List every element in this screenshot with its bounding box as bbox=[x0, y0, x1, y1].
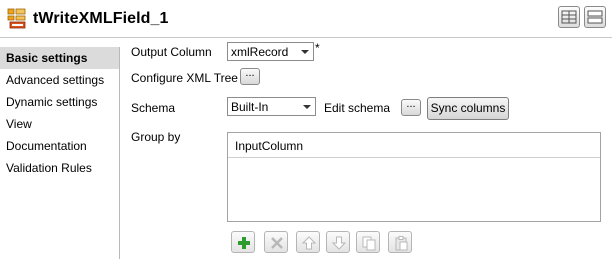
sidebar-item-label: Dynamic settings bbox=[6, 95, 98, 109]
layout-rows-icon bbox=[587, 10, 603, 24]
chevron-down-icon bbox=[301, 50, 309, 54]
schema-value: Built-In bbox=[231, 100, 269, 114]
paste-icon bbox=[395, 236, 408, 251]
output-column-select[interactable]: xmlRecord bbox=[227, 42, 314, 61]
sidebar-item-view[interactable]: View bbox=[0, 113, 119, 135]
schema-select[interactable]: Built-In bbox=[227, 97, 316, 116]
ellipsis-icon: ... bbox=[406, 98, 416, 110]
group-by-table[interactable]: InputColumn bbox=[227, 132, 601, 222]
configure-xml-tree-label: Configure XML Tree bbox=[131, 71, 238, 85]
schema-label: Schema bbox=[131, 101, 176, 115]
configure-xml-tree-button[interactable]: ... bbox=[240, 68, 260, 85]
column-header-input-column[interactable]: InputColumn bbox=[235, 139, 303, 153]
sidebar-item-dynamic-settings[interactable]: Dynamic settings bbox=[0, 91, 119, 113]
sidebar-item-documentation[interactable]: Documentation bbox=[0, 135, 119, 157]
copy-button[interactable] bbox=[356, 231, 380, 253]
required-marker: * bbox=[315, 41, 320, 55]
sidebar-item-label: Basic settings bbox=[6, 51, 88, 65]
sidebar-item-label: Validation Rules bbox=[6, 161, 92, 175]
chevron-down-icon bbox=[303, 105, 311, 109]
layout-grid-icon bbox=[561, 10, 577, 24]
component-header: tWriteXMLField_1 bbox=[0, 0, 612, 38]
sidebar-item-label: View bbox=[6, 117, 32, 131]
page-title: tWriteXMLField_1 bbox=[33, 10, 169, 27]
move-down-icon bbox=[331, 236, 347, 250]
layout-rows-button[interactable] bbox=[584, 6, 606, 28]
settings-sidebar: Basic settings Advanced settings Dynamic… bbox=[0, 47, 120, 259]
delete-row-button[interactable] bbox=[264, 231, 288, 253]
move-up-button[interactable] bbox=[296, 231, 320, 253]
output-column-value: xmlRecord bbox=[231, 45, 289, 59]
sidebar-item-validation-rules[interactable]: Validation Rules bbox=[0, 157, 119, 179]
sync-columns-button[interactable]: Sync columns bbox=[427, 97, 509, 120]
component-icon bbox=[6, 7, 28, 29]
sidebar-item-label: Documentation bbox=[6, 139, 87, 153]
ellipsis-icon: ... bbox=[245, 67, 255, 79]
move-down-button[interactable] bbox=[326, 231, 350, 253]
add-icon bbox=[238, 237, 250, 249]
header-divider bbox=[0, 37, 612, 38]
copy-icon bbox=[362, 236, 376, 251]
sidebar-item-advanced-settings[interactable]: Advanced settings bbox=[0, 69, 119, 91]
sidebar-item-label: Advanced settings bbox=[6, 73, 105, 87]
edit-schema-label: Edit schema bbox=[324, 101, 391, 115]
paste-button[interactable] bbox=[388, 231, 412, 253]
add-row-button[interactable] bbox=[231, 231, 255, 253]
delete-icon bbox=[271, 237, 283, 249]
sidebar-item-basic-settings[interactable]: Basic settings bbox=[0, 47, 119, 69]
edit-schema-button[interactable]: ... bbox=[401, 99, 421, 116]
table-header: InputColumn bbox=[228, 133, 600, 158]
output-column-label: Output Column bbox=[131, 45, 212, 59]
move-up-icon bbox=[301, 236, 317, 250]
group-by-label: Group by bbox=[131, 130, 181, 144]
layout-grid-button[interactable] bbox=[558, 6, 580, 28]
